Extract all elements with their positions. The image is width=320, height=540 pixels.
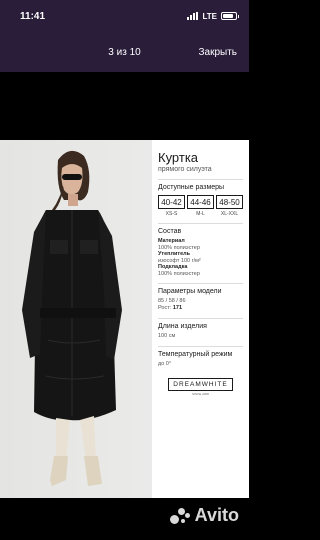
height-label: Рост: [158, 305, 172, 311]
composition-heading: Состав [158, 228, 182, 235]
size-value: 44-46 [187, 195, 214, 209]
battery-level [223, 14, 233, 18]
size-item: 40-42 XS-S [158, 195, 185, 217]
size-value: 40-42 [158, 195, 185, 209]
model-params: 85 / 58 / 86 [158, 298, 186, 304]
product-info-panel: Куртка прямого силуэта Доступные размеры… [152, 140, 249, 498]
temperature-section: Температурный режим до 0° [158, 346, 243, 368]
temperature-value: до 0° [158, 361, 172, 367]
model-heading: Параметры модели [158, 288, 222, 295]
size-label: M-L [196, 211, 205, 217]
size-list: 40-42 XS-S 44-46 M-L 48-50 XL-XXL [158, 195, 243, 217]
model-section: Параметры модели 85 / 58 / 86 Рост: 171 [158, 283, 243, 312]
battery-icon [221, 12, 239, 20]
composition-section: Состав Материал 100% полиэстер Утеплител… [158, 223, 243, 277]
close-button[interactable]: Закрыть [198, 47, 237, 58]
temperature-heading: Температурный режим [158, 351, 233, 358]
network-label: LTE [202, 11, 217, 21]
status-time: 11:41 [20, 10, 46, 22]
status-indicators: LTE [187, 11, 239, 21]
sizes-section: Доступные размеры 40-42 XS-S 44-46 M-L 4… [158, 179, 243, 217]
avito-text: Avito [194, 505, 239, 525]
brand-sub: SINCE 2008 [192, 392, 209, 396]
viewer-header: 3 из 10 Закрыть [0, 32, 249, 72]
size-label: XL-XXL [220, 211, 239, 217]
size-label: XS-S [165, 211, 178, 217]
product-title: Куртка [158, 150, 199, 165]
brand-name: DREAMWHITE [168, 378, 233, 391]
sizes-heading: Доступные размеры [158, 184, 225, 191]
model-illustration [22, 150, 122, 486]
status-bar: 11:41 LTE [0, 0, 249, 32]
avito-watermark: Avito [169, 505, 239, 526]
lining-value: 100% полиэстер [158, 270, 200, 277]
height-value: 171 [172, 305, 183, 311]
model-photo [0, 140, 152, 498]
size-item: 44-46 M-L [187, 195, 214, 217]
length-section: Длина изделия 100 см [158, 318, 243, 340]
screen: 11:41 LTE 3 из 10 Закрыть Куртка прямого… [0, 0, 249, 540]
size-item: 48-50 XL-XXL [216, 195, 243, 217]
product-subtitle: прямого силуэта [158, 166, 212, 173]
avito-dots-icon [169, 507, 192, 525]
length-value: 100 см [158, 333, 176, 339]
signal-icon [187, 12, 199, 20]
product-image[interactable]: Куртка прямого силуэта Доступные размеры… [0, 140, 249, 498]
length-heading: Длина изделия [158, 323, 207, 330]
size-value: 48-50 [216, 195, 243, 209]
brand-logo: DREAMWHITE SINCE 2008 [158, 378, 243, 396]
